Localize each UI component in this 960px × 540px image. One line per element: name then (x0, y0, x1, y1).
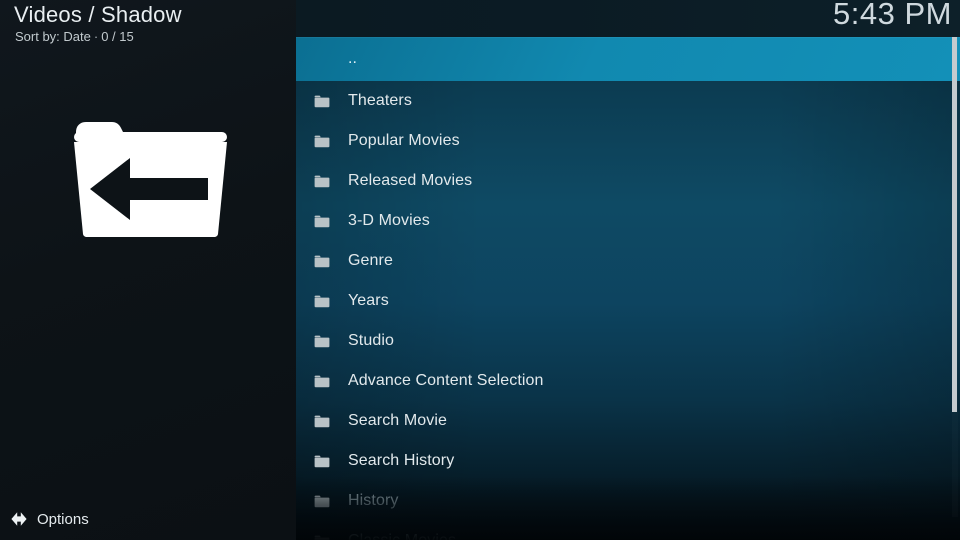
folder-icon (314, 335, 330, 348)
list-item[interactable]: Years (296, 281, 960, 321)
list-item-label: Studio (348, 332, 394, 350)
list-item-label: Popular Movies (348, 132, 460, 150)
list-item-label: Classic Movies (348, 532, 456, 540)
list-item[interactable]: Genre (296, 241, 960, 281)
folder-icon (314, 415, 330, 428)
options-bar[interactable]: Options (0, 498, 296, 540)
list-item[interactable]: Released Movies (296, 161, 960, 201)
item-count: 0 / 15 (101, 29, 134, 44)
list-item-label: Search Movie (348, 412, 447, 430)
list-item[interactable]: Search Movie (296, 401, 960, 441)
list-item-label: 3-D Movies (348, 212, 430, 230)
list-item-label: Theaters (348, 92, 412, 110)
sort-label: Sort by: Date (15, 29, 91, 44)
folder-icon (314, 295, 330, 308)
folder-icon (314, 495, 330, 508)
top-header-strip: 5:43 PM (296, 0, 960, 37)
folder-icon (314, 375, 330, 388)
options-label: Options (37, 511, 89, 528)
folder-icon (314, 95, 330, 108)
folder-icon (314, 455, 330, 468)
folder-icon (314, 215, 330, 228)
list-item[interactable]: Advance Content Selection (296, 361, 960, 401)
folder-back-arrow-icon (68, 110, 233, 238)
list-item[interactable]: Studio (296, 321, 960, 361)
info-separator: · (91, 29, 101, 44)
left-right-arrow-icon (8, 508, 30, 530)
kodi-file-browser-window: Videos / Shadow Sort by: Date·0 / 15 (0, 0, 960, 540)
folder-icon (314, 135, 330, 148)
list-item-label: Advance Content Selection (348, 372, 544, 390)
list-item[interactable]: .. (296, 37, 960, 81)
file-list[interactable]: .. Theaters Popular Movies Released Movies 3… (296, 37, 960, 540)
list-item-label: .. (348, 50, 357, 68)
file-list-panel: .. Theaters Popular Movies Released Movies 3… (296, 0, 960, 540)
folder-icon (314, 175, 330, 188)
list-item-label: History (348, 492, 398, 510)
list-item[interactable]: Theaters (296, 81, 960, 121)
info-sidebar: Videos / Shadow Sort by: Date·0 / 15 (0, 0, 296, 540)
list-item[interactable]: Popular Movies (296, 121, 960, 161)
list-item-label: Search History (348, 452, 454, 470)
scrollbar-thumb[interactable] (952, 37, 957, 412)
folder-icon (314, 255, 330, 268)
list-item[interactable]: Classic Movies (296, 521, 960, 540)
clock: 5:43 PM (833, 0, 952, 32)
sort-and-count-info: Sort by: Date·0 / 15 (15, 29, 134, 44)
list-item-label: Genre (348, 252, 393, 270)
list-item-label: Released Movies (348, 172, 472, 190)
list-item[interactable]: 3-D Movies (296, 201, 960, 241)
list-item[interactable]: History (296, 481, 960, 521)
list-item-label: Years (348, 292, 389, 310)
page-title: Videos / Shadow (14, 2, 182, 28)
folder-icon (314, 535, 330, 540)
list-item[interactable]: Search History (296, 441, 960, 481)
